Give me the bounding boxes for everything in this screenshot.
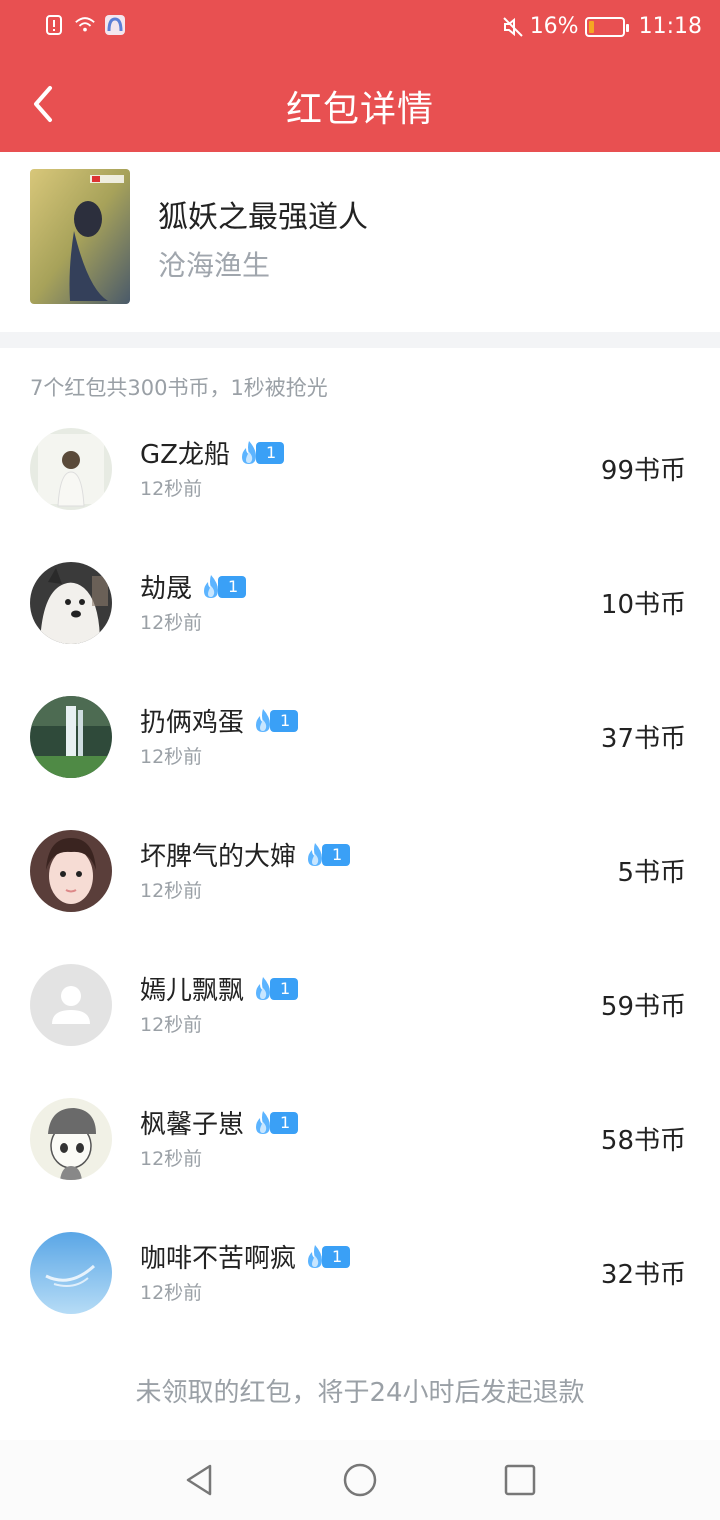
book-card[interactable]: 狐妖之最强道人 沧海渔生 [0, 152, 720, 332]
list-item: 咖啡不苦啊疯 1 12秒前 32书币 [0, 1214, 720, 1348]
status-left [44, 14, 126, 36]
avatar[interactable] [30, 830, 112, 912]
grab-time: 12秒前 [140, 880, 203, 902]
flame-icon [308, 842, 323, 866]
coin-amount: 10书币 [600, 590, 686, 620]
red-packet-summary: 7个红包共300书币，1秒被抢光 [30, 376, 328, 400]
name-line: 枫馨子崽 1 [140, 1104, 299, 1141]
level-badge: 1 [236, 440, 285, 465]
grab-time: 12秒前 [140, 1282, 203, 1304]
circle-home-icon[interactable] [342, 1462, 378, 1498]
user-name[interactable]: 枫馨子崽 [140, 1104, 244, 1141]
name-line: GZ龙船 1 [140, 434, 285, 471]
user-name[interactable]: 坏脾气的大婶 [140, 836, 296, 873]
user-name[interactable]: 嫣儿飘飘 [140, 970, 244, 1007]
user-name[interactable]: 咖啡不苦啊疯 [140, 1238, 296, 1275]
flame-icon [256, 708, 271, 732]
book-cover [30, 169, 130, 304]
battery-level [588, 20, 594, 33]
coin-amount: 37书币 [600, 724, 686, 754]
coin-amount: 59书币 [600, 992, 686, 1022]
alert-icon [46, 15, 62, 35]
name-line: 嫣儿飘飘 1 [140, 970, 299, 1007]
user-name[interactable]: 劫晟 [140, 568, 192, 605]
square-recent-icon[interactable] [502, 1462, 538, 1498]
flame-icon [308, 1244, 323, 1268]
flame-icon [241, 440, 256, 464]
battery-icon [584, 16, 629, 37]
name-line: 咖啡不苦啊疯 1 [140, 1238, 351, 1275]
name-line: 扔俩鸡蛋 1 [140, 702, 299, 739]
level-badge: 1 [250, 708, 299, 733]
clock: 11:18 [638, 14, 702, 39]
battery-percent: 16% [529, 14, 579, 39]
list-item: 枫馨子崽 1 12秒前 58书币 [0, 1080, 720, 1214]
name-line: 坏脾气的大婶 1 [140, 836, 351, 873]
page-title: 红包详情 [285, 89, 434, 130]
grab-time: 12秒前 [140, 746, 203, 768]
level-badge: 1 [198, 574, 247, 599]
list-item: 扔俩鸡蛋 1 12秒前 37书币 [0, 678, 720, 812]
status-bar: 16% 11:18 [0, 0, 720, 56]
user-name[interactable]: 扔俩鸡蛋 [140, 702, 244, 739]
status-right: 16% 11:18 [502, 14, 702, 39]
grab-time: 12秒前 [140, 612, 203, 634]
book-title: 狐妖之最强道人 [158, 200, 368, 235]
avatar[interactable] [30, 1098, 112, 1180]
grab-time: 12秒前 [140, 1014, 203, 1036]
list-item: 嫣儿飘飘 1 12秒前 59书币 [0, 946, 720, 1080]
coin-amount: 58书币 [600, 1126, 686, 1156]
list-item: 坏脾气的大婶 1 12秒前 5书币 [0, 812, 720, 946]
flame-icon [204, 574, 219, 598]
header: 16% 11:18 红包详情 [0, 0, 720, 152]
level-badge: 1 [250, 976, 299, 1001]
avatar[interactable] [30, 428, 112, 510]
name-line: 劫晟 1 [140, 568, 247, 605]
mute-icon [502, 16, 523, 37]
avatar[interactable] [30, 696, 112, 778]
book-author: 沧海渔生 [158, 249, 271, 282]
coin-amount: 99书币 [600, 456, 686, 486]
grab-time: 12秒前 [140, 478, 203, 500]
section-divider [0, 332, 720, 348]
default-avatar-icon[interactable] [30, 964, 112, 1046]
avatar[interactable] [30, 562, 112, 644]
grab-time: 12秒前 [140, 1148, 203, 1170]
user-name[interactable]: GZ龙船 [140, 434, 230, 471]
list-item: 劫晟 1 12秒前 10书币 [0, 544, 720, 678]
level-badge: 1 [302, 1244, 351, 1269]
level-badge: 1 [250, 1110, 299, 1135]
triangle-back-icon[interactable] [182, 1462, 218, 1498]
coin-amount: 5书币 [617, 858, 686, 888]
list-item: GZ龙船 1 12秒前 99书币 [0, 410, 720, 544]
flame-icon [256, 976, 271, 1000]
level-badge: 1 [302, 842, 351, 867]
flame-icon [256, 1110, 271, 1134]
system-nav-bar [0, 1440, 720, 1520]
app-notification-icon [105, 15, 125, 35]
nav-bar: 红包详情 [0, 56, 720, 152]
coin-amount: 32书币 [600, 1260, 686, 1290]
avatar[interactable] [30, 1232, 112, 1314]
wifi-icon [75, 17, 95, 32]
refund-note: 未领取的红包，将于24小时后发起退款 [135, 1378, 585, 1408]
